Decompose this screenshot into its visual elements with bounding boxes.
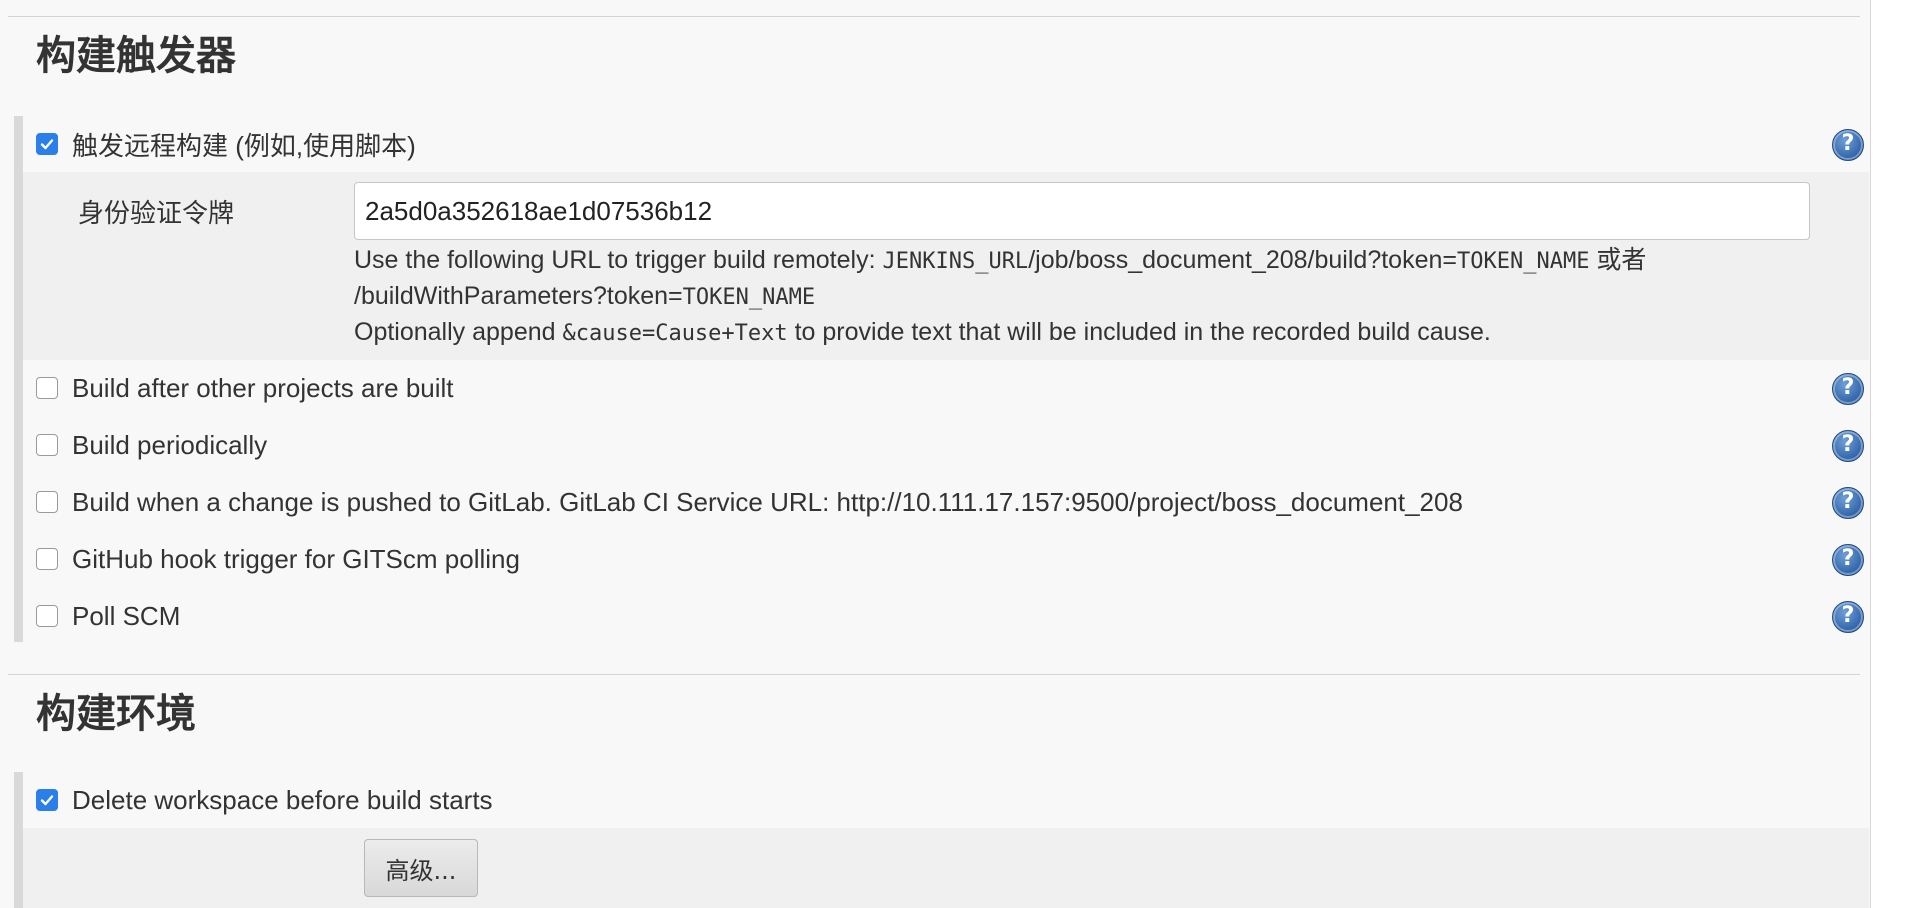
auth-token-input[interactable]: [354, 182, 1810, 240]
help-line1-code-jenkins-url: JENKINS_URL: [882, 249, 1029, 274]
build-environment-group-bar: [14, 772, 23, 908]
checkmark-icon: [40, 139, 54, 150]
remote-trigger-row: 触发远程构建 (例如,使用脚本): [36, 124, 416, 164]
help-line1-path: /job/boss_document_208/build?token=: [1028, 246, 1457, 274]
build-triggers-heading: 构建触发器: [36, 33, 236, 79]
trigger-option-row: Build when a change is pushed to GitLab.…: [36, 482, 1463, 522]
section-divider: [8, 674, 1860, 675]
build-triggers-group-bar: [14, 116, 23, 642]
build-periodically-checkbox[interactable]: [36, 434, 58, 456]
poll-scm-help-icon[interactable]: ?: [1832, 601, 1864, 633]
trigger-option-label: GitHub hook trigger for GITScm polling: [72, 543, 520, 574]
help-line1-suffix: 或者: [1589, 246, 1647, 274]
trigger-option-row: Poll SCM: [36, 596, 180, 636]
poll-scm-checkbox[interactable]: [36, 605, 58, 627]
checkmark-icon: [40, 795, 54, 806]
help-line3-suffix: to provide text that will be included in…: [787, 318, 1491, 346]
github-hook-trigger-help-icon[interactable]: ?: [1832, 544, 1864, 576]
delete-workspace-checkbox[interactable]: [36, 789, 58, 811]
trigger-option-row: Build periodically: [36, 425, 267, 465]
help-line2-code-token: TOKEN_NAME: [682, 285, 816, 310]
delete-workspace-row: Delete workspace before build starts: [36, 780, 493, 820]
trigger-cause-help-line: Optionally append &cause=Cause+Text to p…: [354, 314, 1491, 352]
remote-trigger-label: 触发远程构建 (例如,使用脚本): [72, 130, 416, 161]
trigger-option-row: GitHub hook trigger for GITScm polling: [36, 539, 520, 579]
help-line3-code-cause: &cause=Cause+Text: [562, 321, 788, 346]
help-line1-code-token: TOKEN_NAME: [1456, 249, 1590, 274]
config-page: 构建触发器 触发远程构建 (例如,使用脚本) ? 身份验证令牌 Use the …: [0, 0, 1870, 908]
build-after-other-projects-checkbox[interactable]: [36, 377, 58, 399]
remote-trigger-help-icon[interactable]: ?: [1832, 129, 1864, 161]
trigger-url-help-line1: Use the following URL to trigger build r…: [354, 242, 1646, 280]
help-line3-prefix: Optionally append: [354, 318, 563, 346]
delete-workspace-panel: [23, 828, 1869, 908]
trigger-option-label: Build when a change is pushed to GitLab.…: [72, 486, 1463, 517]
advanced-button[interactable]: 高级...: [364, 839, 478, 897]
build-after-other-projects-help-icon[interactable]: ?: [1832, 373, 1864, 405]
remote-trigger-checkbox[interactable]: [36, 133, 58, 155]
trigger-url-help-line2: /buildWithParameters?token=TOKEN_NAME: [354, 278, 815, 316]
auth-token-label: 身份验证令牌: [78, 199, 235, 229]
trigger-option-label: Build periodically: [72, 429, 268, 460]
build-periodically-help-icon[interactable]: ?: [1832, 430, 1864, 462]
page-right-border: [1870, 0, 1871, 908]
help-line1-prefix: Use the following URL to trigger build r…: [354, 246, 883, 274]
gitlab-push-trigger-checkbox[interactable]: [36, 491, 58, 513]
gitlab-push-trigger-help-icon[interactable]: ?: [1832, 487, 1864, 519]
trigger-option-row: Build after other projects are built: [36, 368, 454, 408]
delete-workspace-label: Delete workspace before build starts: [72, 784, 493, 815]
github-hook-trigger-checkbox[interactable]: [36, 548, 58, 570]
trigger-option-label: Build after other projects are built: [72, 372, 454, 403]
build-environment-heading: 构建环境: [36, 691, 196, 737]
section-divider-top: [8, 16, 1860, 17]
trigger-option-label: Poll SCM: [72, 600, 181, 631]
help-line2-path: /buildWithParameters?token=: [354, 282, 683, 310]
